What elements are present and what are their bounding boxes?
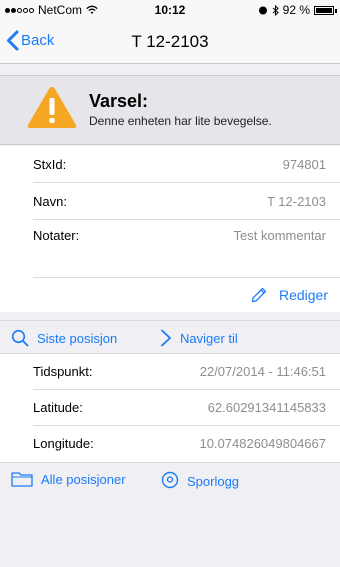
- navigate-to-label: Naviger til: [180, 330, 238, 346]
- notes-row: Notater: Test kommentar: [33, 220, 340, 278]
- last-position-label: Siste posisjon: [37, 330, 118, 346]
- edit-row: Rediger: [0, 278, 340, 312]
- alarm-icon: [258, 6, 267, 15]
- field-label: StxId:: [33, 157, 67, 172]
- search-icon: [11, 329, 29, 347]
- details-list: StxId: 974801 Navn: T 12-2103 Notater: T…: [0, 146, 340, 312]
- all-positions-button[interactable]: Alle posisjoner: [11, 471, 126, 487]
- all-positions-label: Alle posisjoner: [41, 471, 126, 487]
- primary-actions: Siste posisjon Naviger til: [0, 320, 340, 354]
- info-value: 62.60291341145833: [207, 400, 326, 415]
- location-pin-icon: [161, 471, 179, 489]
- notes-label: Notater:: [33, 228, 80, 243]
- chevron-right-icon: [161, 329, 171, 347]
- page-title: T 12-2103: [131, 32, 209, 51]
- field-value: T 12-2103: [266, 194, 326, 209]
- pencil-icon: [251, 287, 267, 303]
- track-log-label: Sporlogg: [187, 473, 240, 489]
- info-value: 10.074826049804667: [199, 436, 326, 451]
- warning-title: Varsel:: [89, 91, 149, 111]
- info-label: Tidspunkt:: [33, 364, 93, 379]
- field-row-name: Navn: T 12-2103: [33, 183, 340, 220]
- status-bar: NetCom 10:12 92 %: [0, 0, 340, 20]
- position-info-list: Tidspunkt: 22/07/2014 - 11:46:51 Latitud…: [0, 354, 340, 462]
- info-row-latitude: Latitude: 62.60291341145833: [33, 390, 340, 426]
- navigation-bar: Back T 12-2103: [0, 20, 340, 64]
- track-log-button[interactable]: Sporlogg: [161, 471, 239, 491]
- edit-label: Rediger: [278, 287, 328, 303]
- status-right: 92 %: [258, 3, 337, 17]
- info-row-longitude: Longitude: 10.074826049804667: [33, 426, 340, 462]
- edit-button[interactable]: Rediger: [251, 287, 328, 303]
- warning-triangle-icon: [27, 87, 77, 128]
- battery-icon: [314, 5, 337, 15]
- secondary-actions: Alle posisjoner Sporlogg: [0, 462, 340, 496]
- notes-value: Test kommentar: [233, 228, 326, 243]
- last-position-button[interactable]: Siste posisjon: [11, 329, 117, 347]
- warning-banner: Varsel: Denne enheten har lite bevegelse…: [0, 75, 340, 145]
- info-value: 22/07/2014 - 11:46:51: [199, 364, 326, 379]
- info-label: Latitude:: [33, 400, 83, 415]
- warning-message: Denne enheten har lite bevegelse.: [89, 114, 272, 128]
- navigate-to-button[interactable]: Naviger til: [160, 329, 238, 347]
- field-label: Navn:: [33, 194, 67, 209]
- folder-icon: [11, 472, 33, 487]
- bluetooth-icon: [272, 4, 279, 16]
- field-value: 974801: [282, 157, 326, 172]
- field-row-stxid: StxId: 974801: [33, 146, 340, 183]
- battery-percent: 92 %: [282, 3, 310, 17]
- info-row-timestamp: Tidspunkt: 22/07/2014 - 11:46:51: [33, 354, 340, 390]
- screen: NetCom 10:12 92 % Back T 12-2103 Varsel:…: [0, 0, 340, 567]
- info-label: Longitude:: [33, 436, 94, 451]
